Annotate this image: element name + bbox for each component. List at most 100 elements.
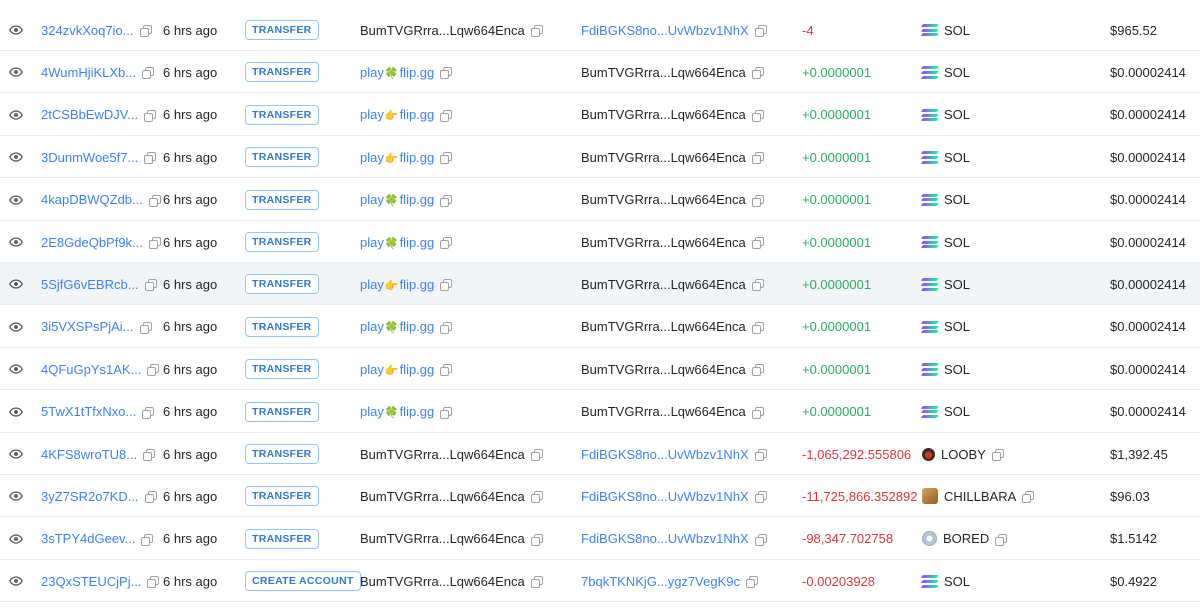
copy-icon[interactable] bbox=[434, 277, 453, 292]
view-icon[interactable] bbox=[9, 306, 25, 348]
copy-icon[interactable] bbox=[525, 447, 543, 462]
to-address[interactable]: FdiBGKS8no...UvWbzv1NhX bbox=[581, 23, 749, 38]
copy-icon[interactable] bbox=[434, 362, 453, 377]
token-symbol[interactable]: SOL bbox=[944, 150, 970, 165]
copy-icon[interactable] bbox=[136, 404, 155, 419]
copy-icon[interactable] bbox=[746, 362, 764, 377]
copy-icon[interactable] bbox=[434, 150, 453, 165]
view-icon[interactable] bbox=[9, 263, 25, 305]
view-icon[interactable] bbox=[9, 348, 25, 390]
signature-link[interactable]: 3i5VXSPsPjAi... bbox=[41, 319, 134, 334]
copy-icon[interactable] bbox=[525, 531, 543, 546]
signature-link[interactable]: 4KFS8wroTU8... bbox=[41, 447, 137, 462]
token-symbol[interactable]: SOL bbox=[944, 23, 970, 38]
from-domain-link[interactable]: play🍀flip.gg bbox=[360, 65, 434, 80]
token-symbol[interactable]: BORED bbox=[943, 531, 989, 546]
from-address[interactable]: BumTVGRrra...Lqw664Enca bbox=[360, 23, 525, 38]
copy-icon[interactable] bbox=[525, 574, 543, 589]
copy-icon[interactable] bbox=[138, 107, 157, 122]
copy-icon[interactable] bbox=[134, 319, 152, 334]
copy-icon[interactable] bbox=[135, 531, 154, 546]
copy-icon[interactable] bbox=[746, 150, 764, 165]
copy-icon[interactable] bbox=[746, 404, 764, 419]
signature-link[interactable]: 4QFuGpYs1AK... bbox=[41, 362, 141, 377]
token-symbol[interactable]: SOL bbox=[944, 277, 970, 292]
copy-icon[interactable] bbox=[136, 65, 155, 80]
copy-icon[interactable] bbox=[434, 107, 453, 122]
to-address[interactable]: BumTVGRrra...Lqw664Enca bbox=[581, 65, 746, 80]
view-icon[interactable] bbox=[9, 9, 25, 51]
signature-link[interactable]: 5SjfG6vEBRcb... bbox=[41, 277, 139, 292]
from-domain-link[interactable]: play👉flip.gg bbox=[360, 277, 434, 292]
copy-icon[interactable] bbox=[749, 489, 767, 504]
signature-link[interactable]: 23QxSTEUCjPj... bbox=[41, 574, 141, 589]
to-address[interactable]: BumTVGRrra...Lqw664Enca bbox=[581, 362, 746, 377]
copy-icon[interactable] bbox=[746, 319, 764, 334]
token-symbol[interactable]: SOL bbox=[944, 65, 970, 80]
signature-link[interactable]: 3DunmWoe5f7... bbox=[41, 150, 138, 165]
copy-icon[interactable] bbox=[434, 235, 453, 250]
signature-link[interactable]: 4WumHjiKLXb... bbox=[41, 65, 136, 80]
token-symbol[interactable]: SOL bbox=[944, 192, 970, 207]
from-domain-link[interactable]: play🍀flip.gg bbox=[360, 235, 434, 250]
signature-link[interactable]: 3sTPY4dGeev... bbox=[41, 531, 135, 546]
signature-link[interactable]: 2tCSBbEwDJV... bbox=[41, 107, 138, 122]
to-address[interactable]: BumTVGRrra...Lqw664Enca bbox=[581, 277, 746, 292]
token-symbol[interactable]: CHILLBARA bbox=[944, 489, 1016, 504]
to-address[interactable]: BumTVGRrra...Lqw664Enca bbox=[581, 319, 746, 334]
to-address[interactable]: BumTVGRrra...Lqw664Enca bbox=[581, 235, 746, 250]
token-symbol[interactable]: SOL bbox=[944, 235, 970, 250]
copy-icon[interactable] bbox=[749, 447, 767, 462]
copy-icon[interactable] bbox=[434, 192, 453, 207]
copy-icon[interactable] bbox=[143, 192, 161, 207]
copy-icon[interactable] bbox=[1016, 489, 1035, 504]
token-symbol[interactable]: SOL bbox=[944, 574, 970, 589]
copy-icon[interactable] bbox=[139, 277, 157, 292]
from-domain-link[interactable]: play👉flip.gg bbox=[360, 107, 434, 122]
copy-icon[interactable] bbox=[434, 65, 453, 80]
copy-icon[interactable] bbox=[740, 574, 758, 589]
from-domain-link[interactable]: play👉flip.gg bbox=[360, 362, 434, 377]
token-symbol[interactable]: LOOBY bbox=[941, 447, 986, 462]
view-icon[interactable] bbox=[9, 391, 25, 433]
copy-icon[interactable] bbox=[989, 531, 1008, 546]
signature-link[interactable]: 324zvkXoq7io... bbox=[41, 23, 134, 38]
view-icon[interactable] bbox=[9, 518, 25, 560]
signature-link[interactable]: 3yZ7SR2o7KD... bbox=[41, 489, 139, 504]
from-domain-link[interactable]: play🍀flip.gg bbox=[360, 404, 434, 419]
copy-icon[interactable] bbox=[139, 489, 157, 504]
token-symbol[interactable]: SOL bbox=[944, 404, 970, 419]
copy-icon[interactable] bbox=[525, 489, 543, 504]
copy-icon[interactable] bbox=[746, 192, 764, 207]
from-address[interactable]: BumTVGRrra...Lqw664Enca bbox=[360, 574, 525, 589]
to-address[interactable]: FdiBGKS8no...UvWbzv1NhX bbox=[581, 531, 749, 546]
signature-link[interactable]: 4kapDBWQZdb... bbox=[41, 192, 143, 207]
from-address[interactable]: BumTVGRrra...Lqw664Enca bbox=[360, 531, 525, 546]
signature-link[interactable]: 5TwX1tTfxNxo... bbox=[41, 404, 136, 419]
to-address[interactable]: FdiBGKS8no...UvWbzv1NhX bbox=[581, 489, 749, 504]
view-icon[interactable] bbox=[9, 51, 25, 93]
copy-icon[interactable] bbox=[749, 23, 767, 38]
view-icon[interactable] bbox=[9, 94, 25, 136]
copy-icon[interactable] bbox=[746, 235, 764, 250]
from-address[interactable]: BumTVGRrra...Lqw664Enca bbox=[360, 489, 525, 504]
from-domain-link[interactable]: play🍀flip.gg bbox=[360, 192, 434, 207]
view-icon[interactable] bbox=[9, 560, 25, 602]
copy-icon[interactable] bbox=[141, 362, 160, 377]
copy-icon[interactable] bbox=[746, 277, 764, 292]
to-address[interactable]: BumTVGRrra...Lqw664Enca bbox=[581, 404, 746, 419]
to-address[interactable]: BumTVGRrra...Lqw664Enca bbox=[581, 107, 746, 122]
copy-icon[interactable] bbox=[746, 107, 764, 122]
from-domain-link[interactable]: play🍀flip.gg bbox=[360, 319, 434, 334]
copy-icon[interactable] bbox=[138, 150, 157, 165]
token-symbol[interactable]: SOL bbox=[944, 319, 970, 334]
signature-link[interactable]: 2E8GdeQbPf9k... bbox=[41, 235, 143, 250]
view-icon[interactable] bbox=[9, 475, 25, 517]
to-address[interactable]: 7bqkTKNKjG...ygz7VegK9c bbox=[581, 574, 740, 589]
copy-icon[interactable] bbox=[137, 447, 156, 462]
from-address[interactable]: BumTVGRrra...Lqw664Enca bbox=[360, 447, 525, 462]
copy-icon[interactable] bbox=[749, 531, 767, 546]
view-icon[interactable] bbox=[9, 179, 25, 221]
copy-icon[interactable] bbox=[986, 447, 1004, 462]
to-address[interactable]: BumTVGRrra...Lqw664Enca bbox=[581, 192, 746, 207]
